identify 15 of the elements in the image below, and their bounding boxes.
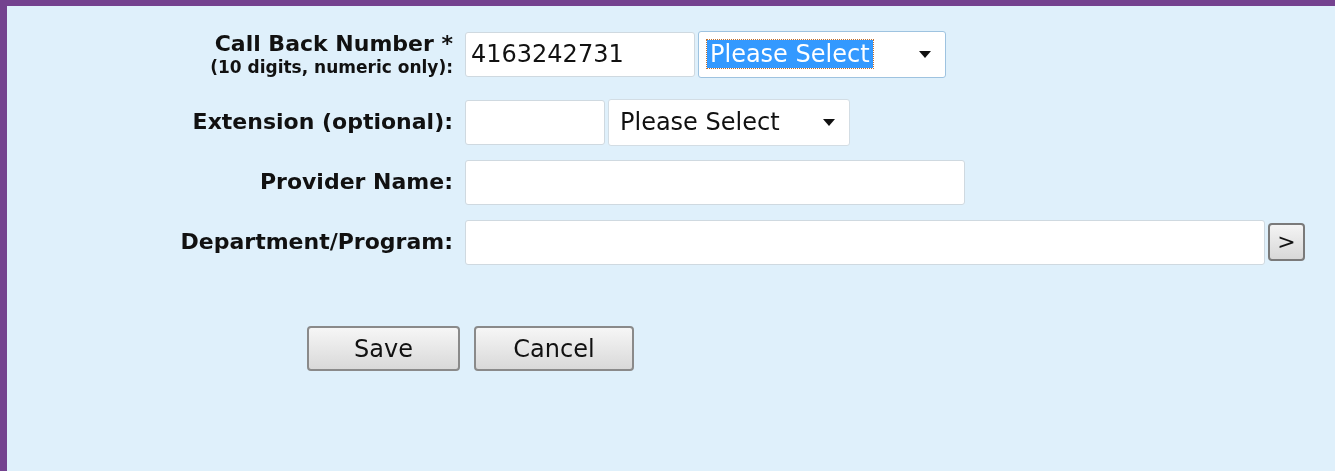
field-label: Provider Name: <box>258 168 453 196</box>
dropdown[interactable]: Please Select <box>608 98 850 146</box>
field-label: Call Back Number * <box>213 29 453 58</box>
phone-number-field[interactable]: 4163242731 <box>465 31 695 77</box>
cancel-button[interactable]: Cancel <box>474 326 634 371</box>
caret-icon <box>919 50 931 58</box>
field-label: Extension (optional): <box>191 108 453 136</box>
field-hint: (10 digits, numeric only): <box>209 57 453 79</box>
caret-icon <box>823 118 835 126</box>
save-button[interactable]: Save <box>307 326 460 371</box>
text-field[interactable] <box>465 219 1265 265</box>
extension-field[interactable] <box>465 99 605 145</box>
field-label: Department/Program: <box>179 228 453 256</box>
text-field[interactable] <box>465 159 965 205</box>
lookup-button[interactable]: > <box>1268 223 1305 261</box>
